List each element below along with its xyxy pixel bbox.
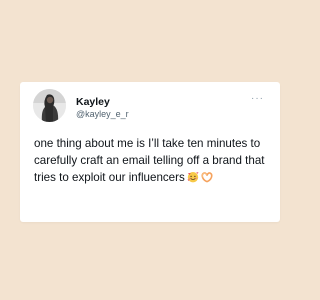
tweet-card: Kayley @kayley_e_r ··· one thing about m…: [20, 82, 280, 222]
more-options-icon[interactable]: ···: [251, 93, 264, 104]
author-handle[interactable]: @kayley_e_r: [76, 109, 129, 120]
avatar-photo-icon: [33, 89, 66, 122]
author-name[interactable]: Kayley: [76, 96, 129, 108]
avatar[interactable]: [33, 89, 66, 122]
tweet-body: one thing about me is I’ll take ten minu…: [34, 137, 265, 184]
heart-hands-icon: [201, 171, 213, 188]
tweet-text: one thing about me is I’ll take ten minu…: [34, 135, 272, 188]
author-names: Kayley @kayley_e_r: [76, 96, 129, 120]
smiling-face-with-hearts-icon: [187, 171, 199, 188]
tweet-header: Kayley @kayley_e_r ···: [33, 89, 270, 125]
